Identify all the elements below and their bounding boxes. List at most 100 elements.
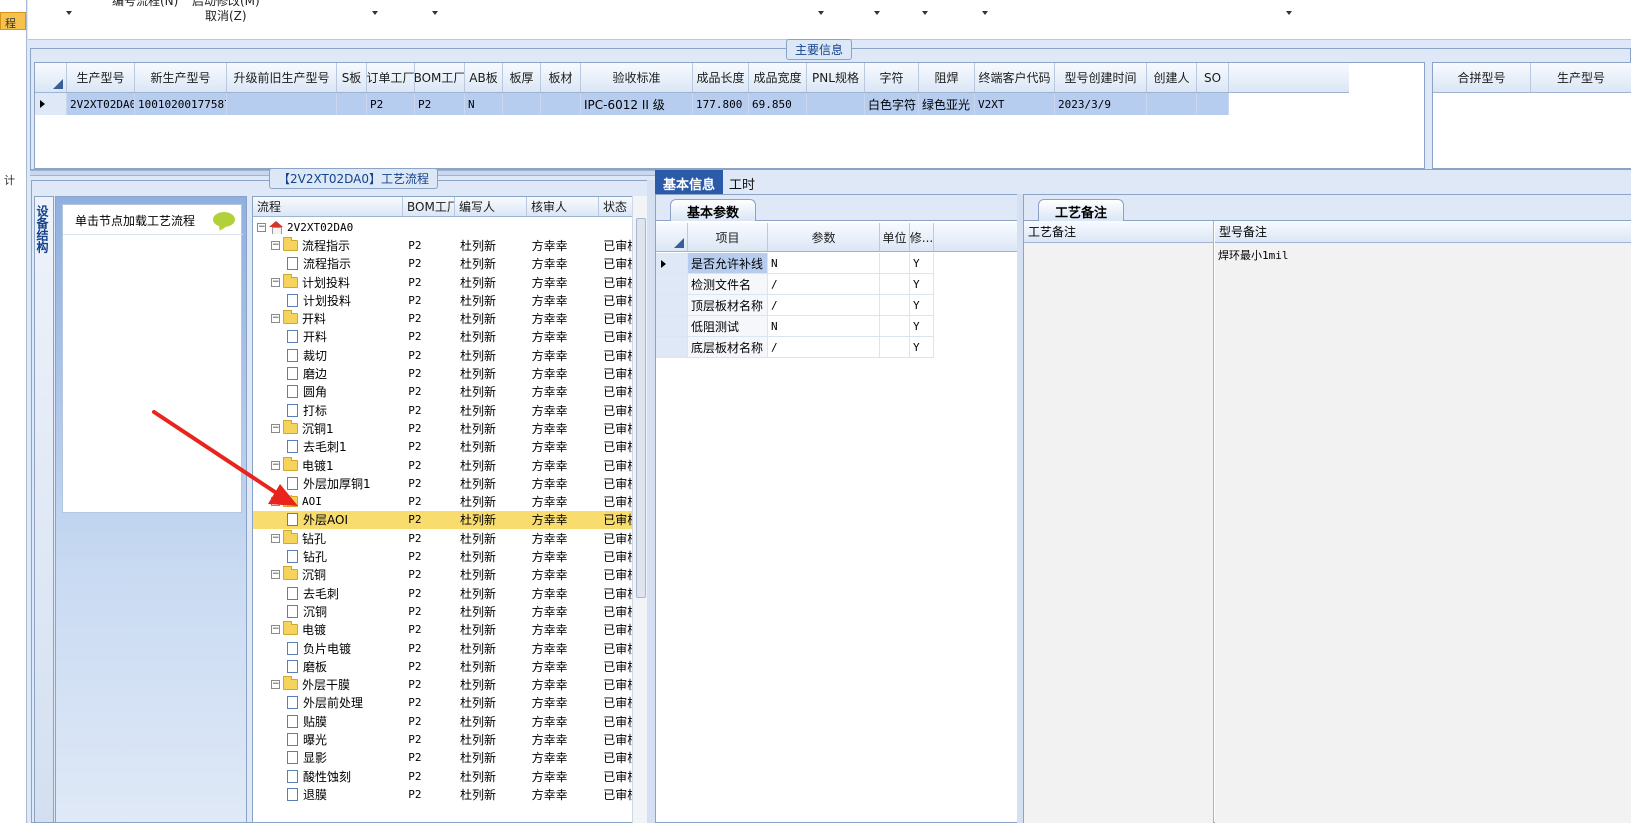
tree-node[interactable]: − 电镀 bbox=[253, 621, 402, 638]
column-header[interactable]: AB板 bbox=[465, 63, 503, 92]
tree-row[interactable]: − 2V2XT02DA0 bbox=[253, 218, 635, 236]
dropdown-arrow-icon[interactable] bbox=[818, 11, 824, 15]
column-header[interactable]: 终端客户代码 bbox=[975, 63, 1055, 92]
column-header[interactable]: 阻焊 bbox=[919, 63, 975, 92]
table-cell[interactable]: V2XT bbox=[975, 93, 1055, 115]
tab-work-hours[interactable]: 工时 bbox=[721, 170, 763, 194]
table-cell[interactable]: 177.800 bbox=[693, 93, 749, 115]
tree-node[interactable]: − 计划投料 bbox=[253, 273, 402, 291]
table-cell[interactable] bbox=[1197, 93, 1229, 115]
row-indicator[interactable] bbox=[35, 93, 67, 115]
tree-node[interactable]: 钻孔 bbox=[253, 548, 402, 565]
menu-item-number-flow[interactable]: 编号流程(N) bbox=[112, 0, 178, 9]
tree-node[interactable]: 沉铜 bbox=[253, 603, 402, 620]
table-cell[interactable]: 69.850 bbox=[749, 93, 807, 115]
tree-node[interactable]: 退膜 bbox=[253, 786, 402, 803]
process-note-field[interactable] bbox=[1024, 243, 1214, 823]
param-row[interactable]: 检测文件名 / Y bbox=[656, 274, 934, 295]
tree-row[interactable]: 计划投料 P2 杜列新 方幸幸 已审核 bbox=[253, 291, 635, 309]
row-indicator[interactable] bbox=[656, 295, 688, 315]
column-header[interactable]: 成品长度 bbox=[693, 63, 749, 92]
column-header[interactable]: S板 bbox=[337, 63, 367, 92]
tree-row[interactable]: 退膜 P2 杜列新 方幸幸 已审核 bbox=[253, 785, 635, 803]
tree-row[interactable]: 裁切 P2 杜列新 方幸幸 已审核 bbox=[253, 346, 635, 364]
tree-node[interactable]: − 流程指示 bbox=[253, 236, 402, 254]
tree-node[interactable]: 去毛刺 bbox=[253, 585, 402, 602]
tree-row[interactable]: 圆角 P2 杜列新 方幸幸 已审核 bbox=[253, 383, 635, 401]
column-header[interactable]: 创建人 bbox=[1147, 63, 1197, 92]
dropdown-arrow-icon[interactable] bbox=[432, 11, 438, 15]
tree-row[interactable]: 沉铜 P2 杜列新 方幸幸 已审核 bbox=[253, 602, 635, 620]
tab-basic-info[interactable]: 基本信息 bbox=[655, 170, 724, 194]
tree-row[interactable]: 去毛刺 P2 杜列新 方幸幸 已审核 bbox=[253, 584, 635, 602]
tree-node[interactable]: 外层前处理 bbox=[253, 694, 402, 711]
collapse-icon[interactable]: − bbox=[257, 222, 266, 232]
tree-node[interactable]: 显影 bbox=[253, 749, 402, 766]
tree-node[interactable]: 流程指示 bbox=[253, 255, 402, 272]
column-header[interactable]: 项目 bbox=[688, 223, 768, 251]
collapse-icon[interactable]: − bbox=[271, 314, 280, 324]
tree-row[interactable]: 外层加厚铜1 P2 杜列新 方幸幸 已审核 bbox=[253, 474, 635, 492]
tree-row[interactable]: 开料 P2 杜列新 方幸幸 已审核 bbox=[253, 328, 635, 346]
param-row[interactable]: 底层板材名称 / Y bbox=[656, 337, 934, 358]
param-cell-param[interactable]: / bbox=[768, 295, 880, 315]
tree-row[interactable]: −AOIP2杜列新方幸幸已审核 bbox=[253, 493, 635, 511]
table-cell[interactable]: 2023/3/9 bbox=[1055, 93, 1147, 115]
dropdown-arrow-icon[interactable] bbox=[372, 11, 378, 15]
grid-corner[interactable] bbox=[656, 223, 688, 251]
left-nav-selected-item[interactable]: 程 bbox=[0, 12, 26, 30]
tree-row[interactable]: 磨板 P2 杜列新 方幸幸 已审核 bbox=[253, 657, 635, 675]
table-row[interactable]: 2V2XT02DA0 10010200177587 P2 P2 N IPC-6012 II… bbox=[35, 93, 1229, 115]
collapse-icon[interactable]: − bbox=[271, 570, 280, 580]
column-header[interactable]: 生产型号 bbox=[67, 63, 135, 92]
column-header[interactable]: 板厚 bbox=[503, 63, 541, 92]
tree-node[interactable]: 贴膜 bbox=[253, 713, 402, 730]
column-header[interactable]: 验收标准 bbox=[581, 63, 693, 92]
tree-row[interactable]: 去毛刺1P2杜列新方幸幸已审核 bbox=[253, 438, 635, 456]
collapse-icon[interactable]: − bbox=[271, 625, 280, 635]
tab-basic-params[interactable]: 基本参数 bbox=[670, 199, 757, 221]
column-header[interactable]: 成品宽度 bbox=[749, 63, 807, 92]
row-indicator[interactable] bbox=[656, 316, 688, 336]
column-header[interactable]: 合拼型号 bbox=[1433, 63, 1531, 92]
column-header[interactable]: 新生产型号 bbox=[135, 63, 227, 92]
tree-node[interactable]: − 外层干膜 bbox=[253, 676, 402, 693]
tree-node[interactable]: 开料 bbox=[253, 328, 402, 345]
tree-row[interactable]: − 沉铜 P2 杜列新 方幸幸 已审核 bbox=[253, 566, 635, 584]
dropdown-arrow-icon[interactable] bbox=[1286, 11, 1292, 15]
column-header[interactable]: 参数 bbox=[768, 223, 880, 251]
dropdown-arrow-icon[interactable] bbox=[982, 11, 988, 15]
collapse-icon[interactable]: − bbox=[271, 533, 280, 543]
tree-row[interactable]: 显影 P2 杜列新 方幸幸 已审核 bbox=[253, 749, 635, 767]
table-cell[interactable]: IPC-6012 II 级 bbox=[581, 93, 693, 115]
tree-node[interactable]: − 钻孔 bbox=[253, 529, 402, 547]
column-header[interactable]: 生产型号 bbox=[1531, 63, 1631, 92]
dropdown-arrow-icon[interactable] bbox=[66, 11, 72, 15]
tree-row[interactable]: 贴膜 P2 杜列新 方幸幸 已审核 bbox=[253, 712, 635, 730]
tree-row[interactable]: 曝光 P2 杜列新 方幸幸 已审核 bbox=[253, 730, 635, 748]
scrollbar-thumb[interactable] bbox=[636, 218, 646, 598]
table-cell[interactable]: 绿色亚光 bbox=[919, 93, 975, 115]
tree-node[interactable]: 裁切 bbox=[253, 347, 402, 364]
tree-node[interactable]: 酸性蚀刻 bbox=[253, 768, 402, 785]
dropdown-arrow-icon[interactable] bbox=[922, 11, 928, 15]
tree-node[interactable]: 圆角 bbox=[253, 383, 402, 400]
tree-row[interactable]: −电镀1P2杜列新方幸幸已审核 bbox=[253, 456, 635, 474]
tree-row[interactable]: − 外层干膜 P2 杜列新 方幸幸 已审核 bbox=[253, 676, 635, 694]
tree-node[interactable]: − 2V2XT02DA0 bbox=[253, 221, 402, 234]
collapse-icon[interactable]: − bbox=[271, 277, 280, 287]
table-cell[interactable]: P2 bbox=[415, 93, 465, 115]
row-indicator[interactable] bbox=[656, 253, 688, 273]
table-cell[interactable] bbox=[503, 93, 541, 115]
table-cell[interactable] bbox=[1147, 93, 1197, 115]
tree-row[interactable]: 酸性蚀刻 P2 杜列新 方幸幸 已审核 bbox=[253, 767, 635, 785]
column-header[interactable]: 字符 bbox=[865, 63, 919, 92]
table-cell[interactable]: N bbox=[465, 93, 503, 115]
column-header[interactable]: BOM工厂 bbox=[403, 197, 455, 216]
table-cell[interactable] bbox=[227, 93, 337, 115]
tree-row[interactable]: 外层前处理 P2 杜列新 方幸幸 已审核 bbox=[253, 694, 635, 712]
param-cell-param[interactable]: N bbox=[768, 253, 880, 273]
table-cell[interactable]: 白色字符 bbox=[865, 93, 919, 115]
tree-node[interactable]: 计划投料 bbox=[253, 292, 402, 309]
param-row[interactable]: 顶层板材名称 / Y bbox=[656, 295, 934, 316]
